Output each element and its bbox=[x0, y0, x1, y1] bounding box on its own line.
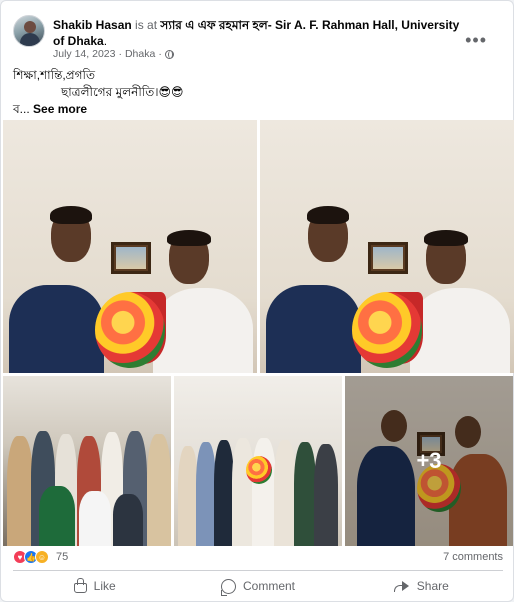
share-icon bbox=[393, 580, 410, 592]
person-right-hair bbox=[424, 230, 468, 246]
frame-picture bbox=[373, 247, 403, 269]
post-meta: July 14, 2023 · Dhaka · bbox=[53, 48, 174, 60]
group-person bbox=[232, 438, 254, 546]
more-photos-overlay[interactable]: +3 bbox=[345, 376, 513, 546]
bouquet bbox=[95, 292, 165, 368]
share-button[interactable]: Share bbox=[340, 575, 503, 597]
person-right bbox=[410, 288, 510, 373]
wall-frame bbox=[368, 242, 408, 274]
crowd-person bbox=[39, 486, 75, 546]
author-name[interactable]: Shakib Hasan bbox=[53, 18, 132, 32]
frame-picture bbox=[116, 247, 146, 269]
person-left-hair bbox=[307, 206, 349, 224]
photo-4[interactable] bbox=[174, 376, 342, 546]
group-person bbox=[274, 440, 296, 546]
reactions[interactable]: ♥ 👍 ☺ bbox=[13, 550, 49, 564]
group-person bbox=[252, 438, 276, 546]
divider bbox=[13, 570, 503, 571]
avatar-body bbox=[20, 33, 40, 46]
see-more-link[interactable]: See more bbox=[33, 102, 87, 116]
avatar-head bbox=[24, 21, 36, 33]
post-actions: Like Comment Share bbox=[13, 575, 503, 597]
person-left bbox=[9, 285, 104, 373]
post-text: শিক্ষা,শান্তি,প্রগতি ছাত্রলীগের মুলনীতি।… bbox=[13, 67, 493, 118]
post-text-truncated: ব... bbox=[13, 102, 30, 116]
share-label: Share bbox=[416, 579, 449, 593]
photo-2[interactable] bbox=[260, 120, 514, 373]
comment-count[interactable]: 7 comments bbox=[443, 551, 503, 563]
person-right-hair bbox=[167, 230, 211, 246]
post-title: Shakib Hasan is at স্যার এ এফ রহমান হল- … bbox=[53, 17, 473, 49]
crowd-person bbox=[147, 434, 171, 546]
post-header: Shakib Hasan is at স্যার এ এফ রহমান হল- … bbox=[13, 15, 503, 65]
person-left bbox=[266, 285, 361, 373]
post-date[interactable]: July 14, 2023 bbox=[53, 48, 115, 60]
wall-frame bbox=[111, 242, 151, 274]
at-text: is at bbox=[135, 18, 158, 32]
post-location[interactable]: Dhaka bbox=[125, 48, 155, 60]
post-text-line-2: ছাত্রলীগের মুলনীতি।😎😎 bbox=[61, 85, 184, 99]
meta-separator: · bbox=[118, 48, 122, 60]
bouquet bbox=[246, 456, 272, 484]
person-right bbox=[153, 288, 253, 373]
globe-icon[interactable] bbox=[164, 49, 174, 59]
bouquet bbox=[352, 292, 422, 368]
group-person bbox=[178, 446, 198, 546]
group-person bbox=[294, 442, 316, 546]
photo-3[interactable] bbox=[3, 376, 171, 546]
meta-separator-2: · bbox=[158, 48, 162, 60]
group-person bbox=[314, 444, 338, 546]
thumbs-up-icon bbox=[73, 578, 87, 593]
group-person bbox=[196, 442, 216, 546]
crowd-person bbox=[7, 436, 33, 546]
like-label: Like bbox=[93, 579, 116, 593]
crowd-person bbox=[79, 491, 111, 546]
post-text-line-1: শিক্ষা,শান্তি,প্রগতি bbox=[13, 68, 95, 82]
comment-label: Comment bbox=[242, 579, 295, 593]
place-suffix: . bbox=[103, 34, 108, 48]
person-left-hair bbox=[50, 206, 92, 224]
crowd-person bbox=[113, 494, 143, 546]
like-button[interactable]: Like bbox=[13, 575, 176, 597]
author-avatar[interactable] bbox=[13, 15, 45, 47]
post-card: Shakib Hasan is at স্যার এ এফ রহমান হল- … bbox=[0, 0, 514, 602]
reaction-count[interactable]: 75 bbox=[56, 551, 68, 563]
comment-button[interactable]: Comment bbox=[176, 575, 339, 597]
photo-1[interactable] bbox=[3, 120, 257, 373]
ellipsis-icon[interactable]: ••• bbox=[465, 31, 487, 49]
post-stats: ♥ 👍 ☺ 75 7 comments bbox=[13, 549, 503, 565]
comment-icon bbox=[220, 578, 236, 596]
photo-5[interactable]: +3 bbox=[345, 376, 513, 546]
group-person bbox=[214, 440, 234, 546]
photo-grid: +3 bbox=[3, 120, 514, 546]
care-reaction-icon: ☺ bbox=[35, 550, 49, 564]
post-text-line-3: ব... See more bbox=[13, 101, 493, 118]
